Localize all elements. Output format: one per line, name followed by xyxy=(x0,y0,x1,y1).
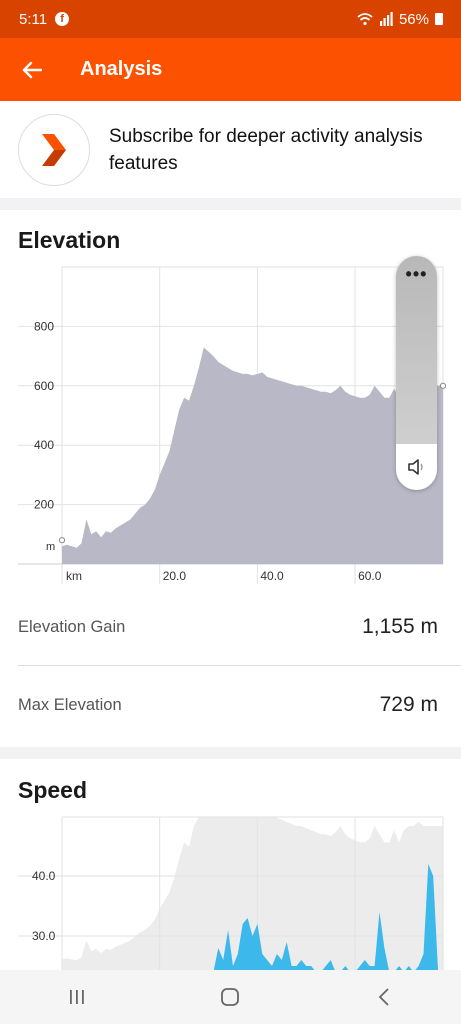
volume-mute-button[interactable] xyxy=(396,444,437,490)
recents-button[interactable] xyxy=(47,982,107,1012)
status-time: 5:11 xyxy=(19,10,48,28)
x-tick-label: 40.0 xyxy=(260,569,284,583)
subscribe-promo[interactable]: Subscribe for deeper activity analysis f… xyxy=(0,101,461,198)
max-elevation-row: Max Elevation 729 m xyxy=(0,666,461,744)
volume-slider[interactable]: ••• xyxy=(396,256,437,444)
start-marker xyxy=(58,537,66,544)
back-button[interactable] xyxy=(20,58,44,82)
back-arrow-icon xyxy=(22,61,42,78)
system-nav-bar xyxy=(0,970,461,1024)
y-tick-label: 200 xyxy=(34,498,54,512)
max-elevation-value: 729 m xyxy=(379,693,438,716)
y-tick-label: 800 xyxy=(34,319,54,333)
y-tick-label: 600 xyxy=(34,379,54,393)
app-bar: Analysis xyxy=(0,38,461,101)
page-title: Analysis xyxy=(80,58,163,80)
speed-title: Speed xyxy=(18,777,88,803)
elevation-gain-label: Elevation Gain xyxy=(18,617,126,636)
battery-percent: 56% xyxy=(398,10,429,28)
elevation-gain-value: 1,155 m xyxy=(362,615,438,638)
x-unit-label: km xyxy=(66,569,82,583)
max-elevation-label: Max Elevation xyxy=(18,695,122,714)
elevation-gain-row: Elevation Gain 1,155 m xyxy=(0,588,461,666)
y-tick-label: 40.0 xyxy=(32,869,56,883)
strava-summit-logo xyxy=(18,113,90,186)
chevron-left-icon xyxy=(378,988,389,1006)
speaker-icon xyxy=(407,459,423,475)
promo-text: Subscribe for deeper activity analysis f… xyxy=(109,125,423,174)
status-bar: 5:11 f 56% xyxy=(0,0,461,38)
facebook-icon: f xyxy=(55,12,70,26)
end-marker xyxy=(439,382,447,389)
x-tick-label: 20.0 xyxy=(163,569,187,583)
y-unit-label: m xyxy=(46,541,55,553)
speed-chart: 30.0 40.0 xyxy=(18,816,444,972)
elevation-title: Elevation xyxy=(18,227,121,253)
battery-icon xyxy=(435,13,443,25)
more-options-icon[interactable]: ••• xyxy=(396,264,437,285)
signal-icon xyxy=(379,12,393,26)
home-icon xyxy=(221,988,240,1006)
chevron-logo-icon xyxy=(42,133,66,166)
section-divider xyxy=(0,747,461,759)
elevation-chart: 200 400 600 800 20.0 40.0 60.0 m km xyxy=(18,266,447,584)
status-right: 56% xyxy=(357,11,443,28)
y-tick-label: 400 xyxy=(34,438,54,452)
back-nav-button[interactable] xyxy=(354,982,414,1012)
y-tick-label: 30.0 xyxy=(32,929,56,943)
volume-panel[interactable]: ••• xyxy=(396,256,437,490)
wifi-icon xyxy=(357,13,373,26)
elevation-area xyxy=(62,347,443,564)
home-button[interactable] xyxy=(200,982,260,1012)
recents-icon xyxy=(69,990,84,1004)
x-tick-label: 60.0 xyxy=(358,569,382,583)
section-divider xyxy=(0,198,461,210)
